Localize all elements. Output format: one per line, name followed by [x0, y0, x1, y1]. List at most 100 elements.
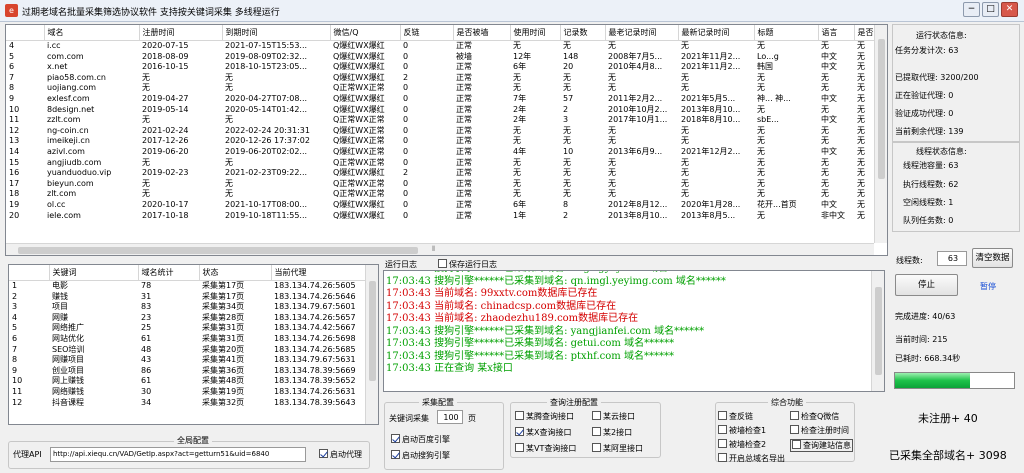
comb-qwechat[interactable]: 检查Q微信 [790, 411, 839, 422]
domain-table-row[interactable]: 18 zlt.com 无 无 Q正常WX正常 0 正常 无 无 无 无 无 无 无 [6, 189, 876, 200]
domain-table-row[interactable]: 14 azivl.com 2019-06-20 2019-06-20T02:02...… [6, 147, 876, 158]
domain-header-2[interactable]: 注册时间 [139, 25, 223, 41]
keyword-table-row[interactable]: 9 创业项目 86 采集第36页 183.134.78.39:5669 [9, 366, 366, 377]
reg-option-x[interactable]: 某X查询接口 [515, 427, 571, 438]
keyword-table-row[interactable]: 4 网赚 23 采集第28页 183.134.74.26:5657 [9, 313, 366, 324]
reg-option-vt-check[interactable] [515, 443, 524, 452]
comb-blocked2-check[interactable] [718, 439, 727, 448]
comb-blocked2[interactable]: 被墙检查2 [718, 439, 766, 450]
close-button[interactable]: ✕ [1001, 2, 1018, 17]
comb-siteinfo[interactable]: 查询建站信息 [790, 439, 853, 452]
pause-link[interactable]: 暂停 [980, 281, 996, 292]
keyword-table-row[interactable]: 1 电影 78 采集第17页 183.134.74.26:5605 [9, 281, 366, 292]
domain-table-row[interactable]: 4 i.cc 2020-07-15 2021-07-15T15:53... Q爆红WX爆… [6, 41, 876, 52]
keyword-table-row[interactable]: 3 项目 83 采集第34页 183.134.79.67:5601 [9, 302, 366, 313]
enable-proxy-check[interactable] [319, 449, 328, 458]
keyword-table-vscroll[interactable] [365, 265, 378, 424]
domain-header-4[interactable]: 微信/Q [330, 25, 401, 41]
domain-table-hscroll[interactable]: ⦀ [6, 243, 874, 255]
comb-regtime[interactable]: 检查注册时间 [790, 425, 849, 436]
comb-qwechat-check[interactable] [790, 411, 799, 420]
domain-table-row[interactable]: 6 x.net 2016-10-15 2018-10-15T23:05... Q爆红WX… [6, 62, 876, 73]
reg-option-2-check[interactable] [592, 427, 601, 436]
keyword-pages-input[interactable]: 100 [437, 410, 463, 424]
domain-header-0[interactable] [6, 25, 45, 41]
proxy-api-input[interactable]: http://api.xiequ.cn/VAD/GetIp.aspx?act=g… [50, 447, 306, 462]
keyword-table-row[interactable]: 11 网络赚钱 30 采集第19页 183.134.74.26:5631 [9, 387, 366, 398]
domain-header-3[interactable]: 到期时间 [222, 25, 331, 41]
enable-proxy-checkbox[interactable]: 启动代理 [319, 449, 362, 460]
domain-header-9[interactable]: 最老记录时间 [605, 25, 679, 41]
maximize-button[interactable]: □ [982, 2, 999, 17]
domain-header-8[interactable]: 记录数 [560, 25, 606, 41]
stop-button[interactable]: 停止 [895, 274, 958, 296]
domain-table-vscroll[interactable] [874, 25, 887, 243]
keyword-header-2[interactable]: 域名统计 [138, 265, 200, 281]
reg-option-vt[interactable]: 某VT查询接口 [515, 443, 576, 454]
domain-header-12[interactable]: 语言 [818, 25, 855, 41]
vscroll-thumb[interactable] [878, 39, 885, 179]
domain-header-10[interactable]: 最新记录时间 [678, 25, 755, 41]
hscroll-thumb[interactable] [18, 247, 418, 254]
keyword-table-row[interactable]: 5 网络推广 25 采集第31页 183.134.74.42:5667 [9, 323, 366, 334]
domain-table-row[interactable]: 8 uojiang.com 无 无 Q正常WX正常 0 正常 无 无 无 无 无 无 无 [6, 83, 876, 94]
keyword-table-row[interactable]: 8 网赚项目 43 采集第41页 183.134.79.67:5631 [9, 355, 366, 366]
sogou-engine-checkbox[interactable]: 启动搜狗引擎 [391, 450, 450, 461]
clear-data-button[interactable]: 清空数据 [972, 248, 1013, 268]
domain-table-row[interactable]: 9 exlesf.com 2019-04-27 2020-04-27T07:08...… [6, 94, 876, 105]
keyword-vscroll-thumb[interactable] [369, 281, 376, 381]
comb-blocked1-check[interactable] [718, 425, 727, 434]
comb-export[interactable]: 开启总域名导出 [718, 453, 785, 464]
keyword-header-4[interactable]: 当前代理 [271, 265, 367, 281]
domain-table-row[interactable]: 16 yuanduoduo.vip 2019-02-23 2021-02-23T09:… [6, 168, 876, 179]
comb-regtime-check[interactable] [790, 425, 799, 434]
reg-option-tencent-check[interactable] [515, 411, 524, 420]
domain-table-row[interactable]: 11 zzlt.com 无 无 Q正常WX正常 0 正常 2年 3 2017年10月1... 201… [6, 115, 876, 126]
domain-table-row[interactable]: 7 piao58.com.cn 无 无 Q爆红WX爆红 2 正常 无 无 无 无 无 无 无 [6, 73, 876, 84]
comb-blocked1[interactable]: 被墙检查1 [718, 425, 766, 436]
domain-header-1[interactable]: 域名 [44, 25, 140, 41]
comb-backlink-check[interactable] [718, 411, 727, 420]
domain-table-row[interactable]: 15 angjiudb.com 无 无 Q正常WX正常 0 正常 无 无 无 无 无 无 无 [6, 158, 876, 169]
save-log-check[interactable] [438, 259, 447, 268]
comb-export-check[interactable] [718, 453, 727, 462]
reg-option-2[interactable]: 某2接口 [592, 427, 632, 438]
reg-option-aliyun-check[interactable] [592, 443, 601, 452]
reg-option-tencent[interactable]: 某腾查询接口 [515, 411, 574, 422]
keyword-header-1[interactable]: 关键词 [49, 265, 139, 281]
sogou-engine-check[interactable] [391, 450, 400, 459]
keyword-table-row[interactable]: 6 网站优化 61 采集第31页 183.134.74.26:5698 [9, 334, 366, 345]
reg-option-x-check[interactable] [515, 427, 524, 436]
domain-table-row[interactable]: 5 com.com 2018-08-09 2019-08-09T02:32... Q爆红… [6, 52, 876, 63]
domain-table-row[interactable]: 10 8design.net 2019-05-14 2020-05-14T01:42.… [6, 105, 876, 116]
log-vscroll[interactable] [871, 271, 884, 391]
comb-backlink[interactable]: 查反链 [718, 411, 753, 422]
baidu-engine-checkbox[interactable]: 启动百度引擎 [391, 434, 450, 445]
domain-table-row[interactable]: 13 imeikeji.cn 2017-12-26 2020-12-26 17:37:… [6, 136, 876, 147]
thread-count-input[interactable]: 63 [937, 251, 967, 266]
domain-header-6[interactable]: 是否被墙 [453, 25, 511, 41]
reg-option-aliyun[interactable]: 某阿里接口 [592, 443, 643, 454]
domain-header-5[interactable]: 反链 [400, 25, 454, 41]
reg-option-cloud-check[interactable] [592, 411, 601, 420]
domain-header-13[interactable]: 是否 [854, 25, 877, 41]
domain-header-7[interactable]: 使用时间 [510, 25, 561, 41]
save-log-checkbox[interactable]: 保存运行日志 [438, 259, 497, 270]
domain-table-row[interactable]: 19 ol.cc 2020-10-17 2021-10-17T08:00... Q爆红W… [6, 200, 876, 211]
keyword-header-3[interactable]: 状态 [199, 265, 272, 281]
keyword-table-row[interactable]: 2 赚钱 31 采集第17页 183.134.74.26:5646 [9, 292, 366, 303]
domain-table-row[interactable]: 17 bieyun.com 无 无 Q正常WX正常 0 正常 无 无 无 无 无 无 无 [6, 179, 876, 190]
domain-table-row[interactable]: 20 iele.com 2017-10-18 2019-10-18T11:55... Q… [6, 211, 876, 222]
reg-option-cloud[interactable]: 某云接口 [592, 411, 635, 422]
domain-cell: 2010年10月2... [608, 104, 668, 114]
baidu-engine-check[interactable] [391, 434, 400, 443]
domain-table-row[interactable]: 12 ng-coin.cn 2021-02-24 2022-02-24 20:31:3… [6, 126, 876, 137]
keyword-table-row[interactable]: 10 网上赚钱 61 采集第48页 183.134.78.39:5652 [9, 376, 366, 387]
keyword-header-0[interactable] [9, 265, 50, 281]
keyword-table-row[interactable]: 7 SEO培训 48 采集第20页 183.134.74.26:5685 [9, 345, 366, 356]
domain-header-11[interactable]: 标题 [754, 25, 819, 41]
log-vscroll-thumb[interactable] [875, 287, 882, 375]
keyword-table-row[interactable]: 12 抖音课程 34 采集第32页 183.134.78.39:5643 [9, 398, 366, 409]
minimize-button[interactable]: − [963, 2, 980, 17]
comb-siteinfo-check[interactable] [792, 440, 801, 449]
